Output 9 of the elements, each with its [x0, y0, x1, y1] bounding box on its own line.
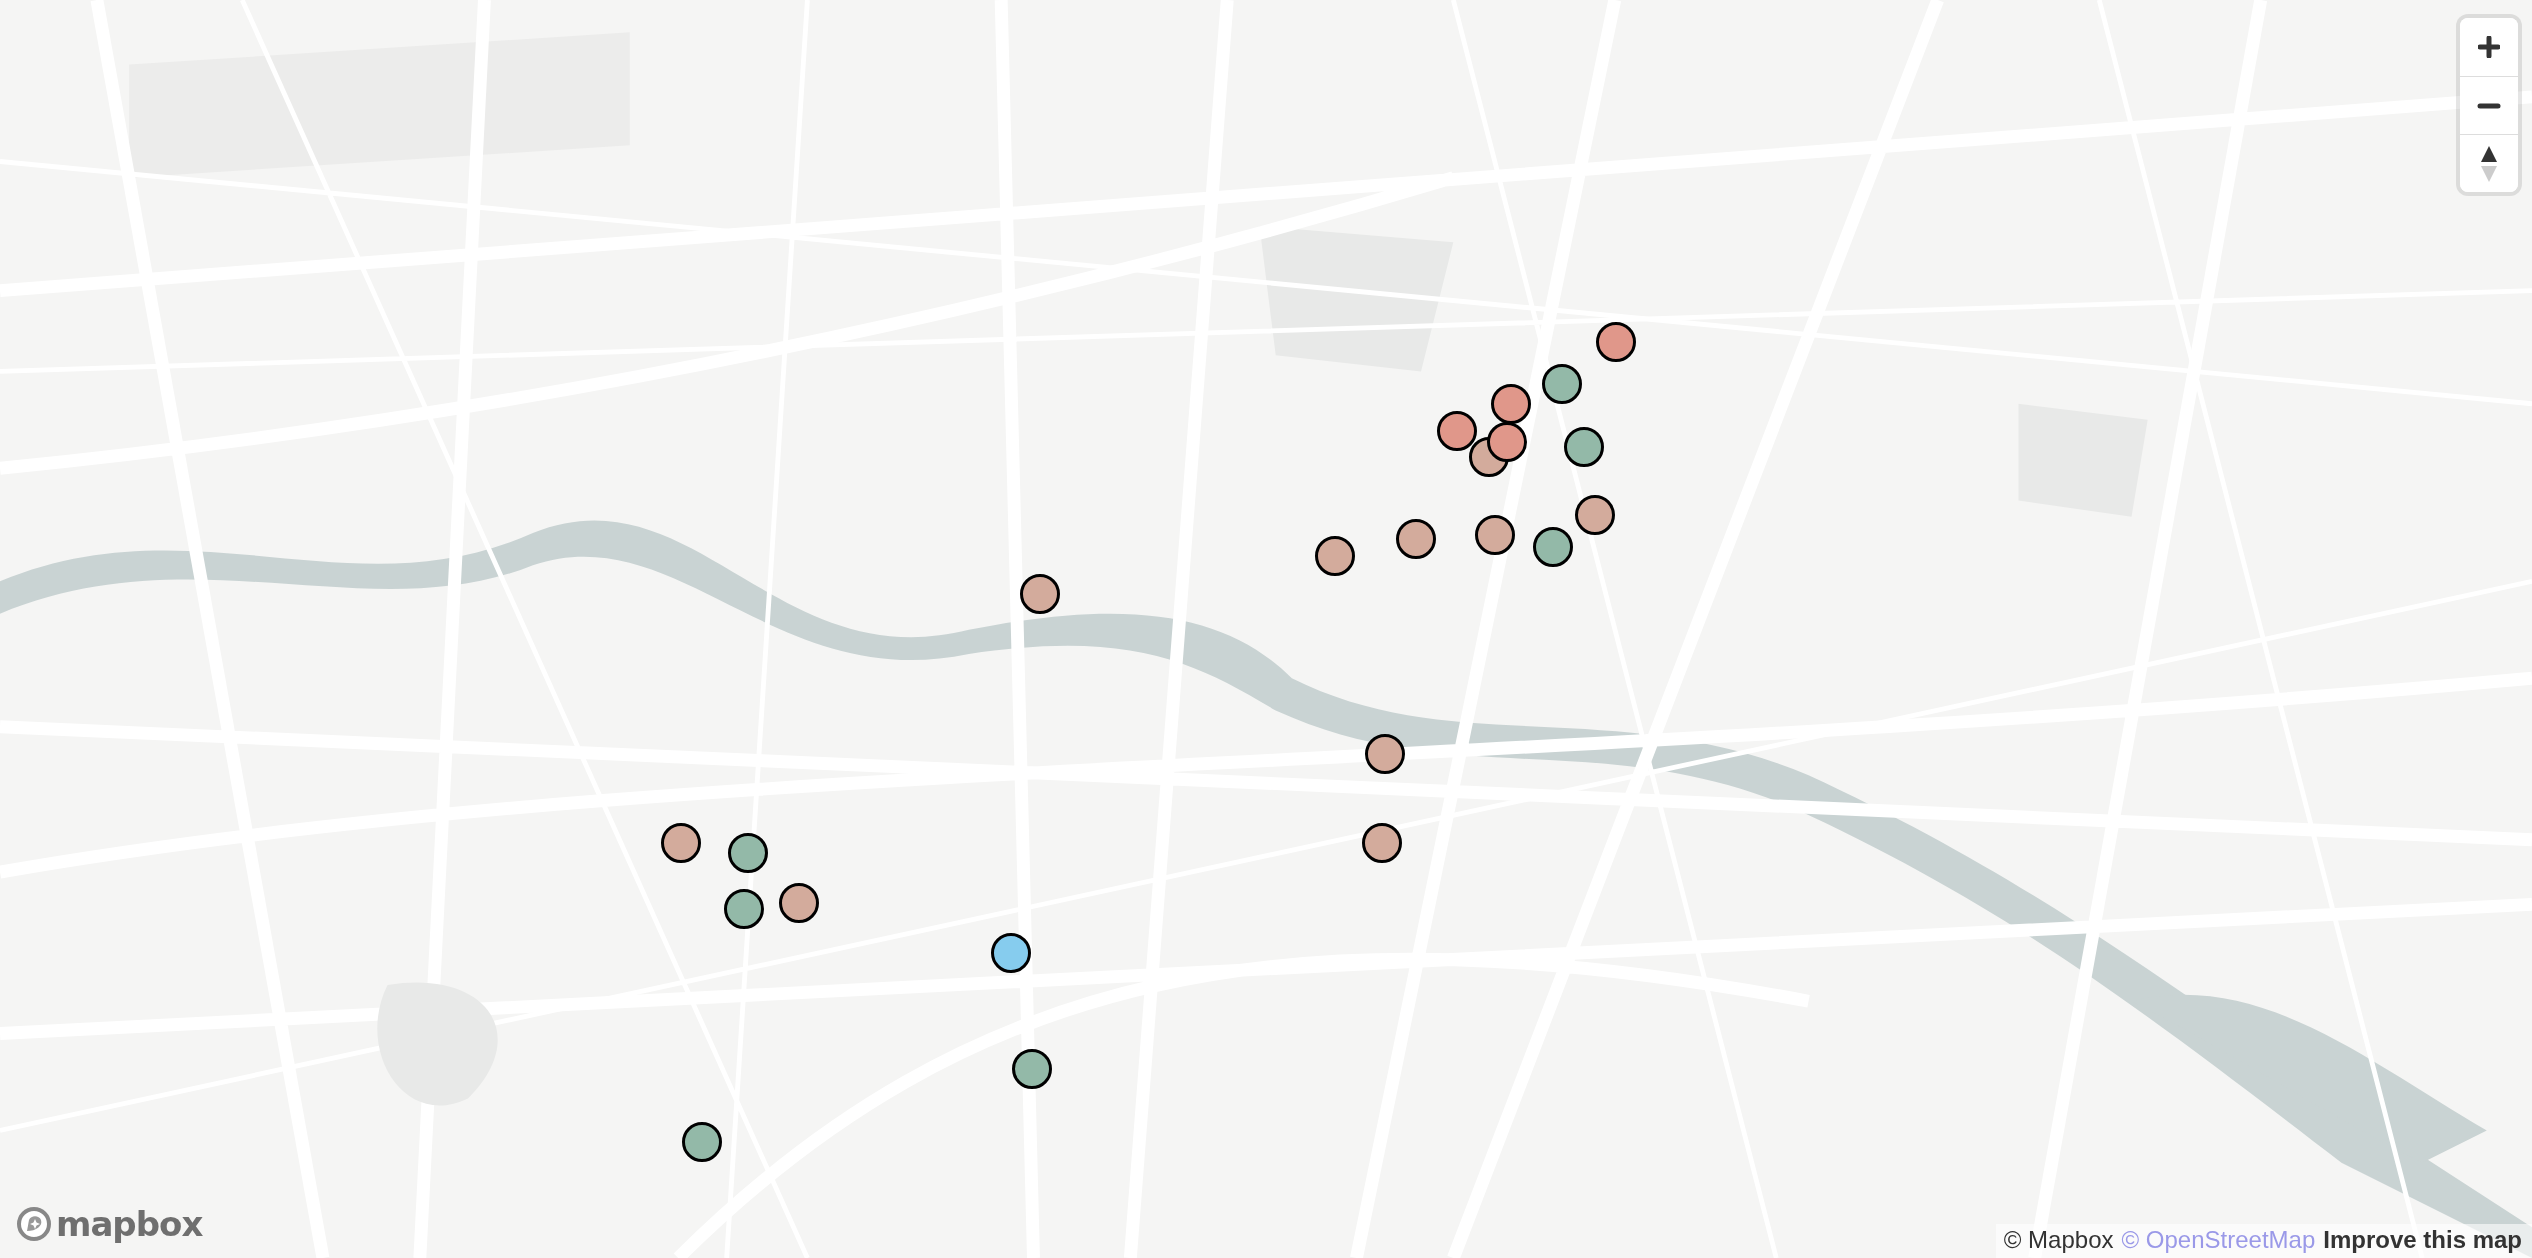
- mapbox-logo[interactable]: mapbox: [56, 1207, 203, 1241]
- mapbox-logo-icon: [16, 1206, 52, 1242]
- copyright-text: © Mapbox: [2003, 1226, 2114, 1254]
- minus-icon: [2477, 102, 2501, 109]
- copyright-link[interactable]: © OpenStreetMap: [2121, 1226, 2316, 1254]
- improve-map-link[interactable]: Improve this map: [2323, 1226, 2522, 1254]
- plus-icon: [2478, 36, 2500, 58]
- compass-button[interactable]: [2460, 134, 2518, 192]
- compass-icon: [2481, 145, 2497, 182]
